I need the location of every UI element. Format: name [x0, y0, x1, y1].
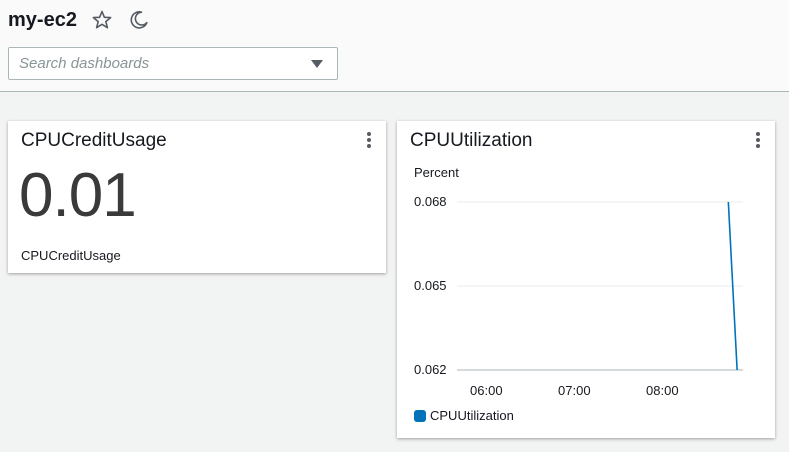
- legend-swatch: [414, 409, 426, 422]
- y-axis-label: Percent: [414, 165, 459, 180]
- cpu-utilization-chart: Percent 0.068 0.065 0.062 06:00 07:00 08:00: [414, 165, 743, 398]
- y-tick-label: 0.065: [414, 278, 447, 293]
- cpu-credit-usage-widget: CPUCreditUsage 0.01 CPUCreditUsage: [8, 121, 386, 273]
- widget-title: CPUCreditUsage: [21, 130, 167, 151]
- star-outline-icon[interactable]: [91, 9, 113, 31]
- caret-down-icon[interactable]: [311, 60, 323, 68]
- kebab-menu-icon[interactable]: [366, 132, 372, 148]
- y-tick-label: 0.068: [414, 194, 447, 209]
- metric-label: CPUCreditUsage: [21, 248, 121, 263]
- x-tick-label: 06:00: [470, 383, 503, 398]
- chart-legend[interactable]: CPUUtilization: [414, 408, 514, 423]
- legend-label: CPUUtilization: [430, 408, 514, 423]
- dashboard-search-select[interactable]: [8, 47, 338, 80]
- x-tick-label: 08:00: [646, 383, 679, 398]
- y-tick-label: 0.062: [414, 362, 447, 377]
- moon-icon[interactable]: [128, 9, 150, 31]
- dashboard-title: my-ec2: [8, 9, 77, 31]
- cpu-utilization-widget: CPUUtilization Percent 0.068 0.065 0.062 0…: [397, 121, 775, 438]
- dashboard-header: my-ec2: [0, 0, 789, 92]
- search-dashboards-input[interactable]: [19, 48, 299, 79]
- x-tick-label: 07:00: [558, 383, 591, 398]
- metric-value: 0.01: [19, 161, 137, 230]
